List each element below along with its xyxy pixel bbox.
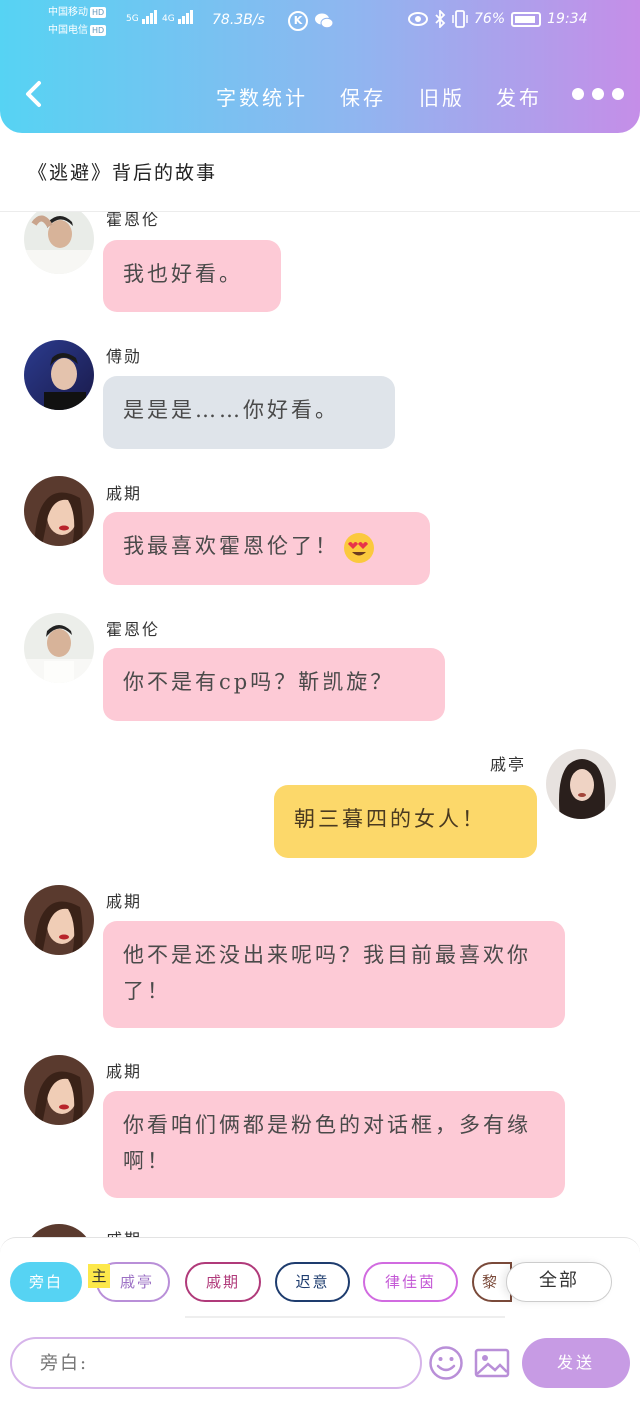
host-badge: 主	[88, 1264, 110, 1288]
more-options-icon[interactable]	[572, 88, 624, 102]
bluetooth-icon	[435, 10, 446, 28]
message-bubble[interactable]: 他不是还没出来呢吗？我目前最喜欢你了！	[103, 921, 565, 1028]
carrier-2: 中国电信	[48, 25, 88, 36]
sender-name: 傅勋	[106, 347, 143, 366]
status-right: 76% 19:34	[408, 10, 587, 28]
image-icon[interactable]	[474, 1345, 510, 1381]
vibrate-icon	[452, 10, 468, 28]
avatar-huoenlun[interactable]	[24, 212, 94, 274]
role-chip-lvjiayin[interactable]: 律佳茵	[363, 1262, 458, 1302]
role-chip-scrollbar[interactable]	[185, 1316, 505, 1318]
sender-name: 戚亭	[490, 755, 527, 774]
emoji-icon[interactable]	[428, 1345, 464, 1381]
back-arrow-icon[interactable]	[22, 80, 46, 108]
message-input[interactable]	[12, 1339, 420, 1387]
save-button[interactable]: 保存	[340, 82, 386, 111]
message-bubble[interactable]: 我最喜欢霍恩伦了！	[103, 512, 430, 585]
network-speed: 78.3B/s	[212, 12, 265, 28]
sender-name: 戚期	[106, 892, 143, 911]
story-title: 《逃避》背后的故事	[28, 162, 218, 184]
battery-icon	[511, 11, 542, 27]
role-chip-qiqi[interactable]: 戚期	[185, 1262, 261, 1302]
battery-percent: 76%	[474, 11, 506, 27]
message-text: 我最喜欢霍恩伦了！	[123, 534, 339, 558]
signal-icon-2: 4G	[162, 10, 194, 24]
avatar-huoenlun[interactable]	[24, 613, 94, 683]
old-version-button[interactable]: 旧版	[419, 82, 465, 111]
status-bar: 中国移动 HD 中国电信 HD 5G 4G 78.3B/s K 76% 19:34	[0, 0, 640, 44]
sender-name: 戚期	[106, 1226, 142, 1237]
send-button[interactable]: 发送	[522, 1338, 630, 1388]
avatar-qiqi[interactable]	[24, 476, 94, 546]
carrier-1: 中国移动	[48, 7, 88, 18]
sender-name: 戚期	[106, 484, 143, 503]
hd-badge-2: HD	[90, 25, 107, 36]
message-bubble[interactable]: 我也好看。	[103, 240, 281, 312]
role-chip-narrator[interactable]: 旁白	[10, 1262, 82, 1302]
clock: 19:34	[547, 11, 588, 27]
app-header: 中国移动 HD 中国电信 HD 5G 4G 78.3B/s K 76% 19:34 …	[0, 0, 640, 133]
signal-icon-1: 5G	[126, 10, 158, 24]
wechat-icon	[315, 13, 334, 29]
avatar-qiqi[interactable]	[24, 1224, 94, 1237]
carrier-info: 中国移动 HD 中国电信 HD	[48, 4, 107, 40]
message-bubble[interactable]: 你不是有cp吗？靳凯旋？	[103, 648, 445, 721]
message-bubble[interactable]: 你看咱们俩都是粉色的对话框，多有缘啊！	[103, 1091, 565, 1198]
message-input-box[interactable]	[10, 1337, 422, 1389]
chat-area[interactable]: 霍恩伦 我也好看。 傅勋 是是是……你好看。 戚期 我最喜欢霍恩伦了！ 霍恩伦 …	[0, 212, 640, 1237]
eye-icon	[408, 12, 428, 26]
sender-name: 霍恩伦	[106, 212, 161, 229]
avatar-qiqi[interactable]	[24, 885, 94, 955]
all-roles-button[interactable]: 全部	[506, 1262, 612, 1302]
avatar-qiqi[interactable]	[24, 1055, 94, 1125]
publish-button[interactable]: 发布	[496, 82, 542, 111]
sender-name: 戚期	[106, 1062, 143, 1081]
role-chip-chiyi[interactable]: 迟意	[275, 1262, 350, 1302]
k-app-icon: K	[288, 11, 308, 31]
message-bubble[interactable]: 是是是……你好看。	[103, 376, 395, 449]
message-bubble[interactable]: 朝三暮四的女人！	[274, 785, 537, 858]
heart-eyes-emoji-icon	[344, 532, 374, 563]
sender-name: 霍恩伦	[106, 620, 161, 639]
avatar-qiting[interactable]	[546, 749, 616, 819]
hd-badge-1: HD	[90, 7, 107, 18]
word-count-button[interactable]: 字数统计	[216, 82, 308, 111]
avatar-fuxun[interactable]	[24, 340, 94, 410]
